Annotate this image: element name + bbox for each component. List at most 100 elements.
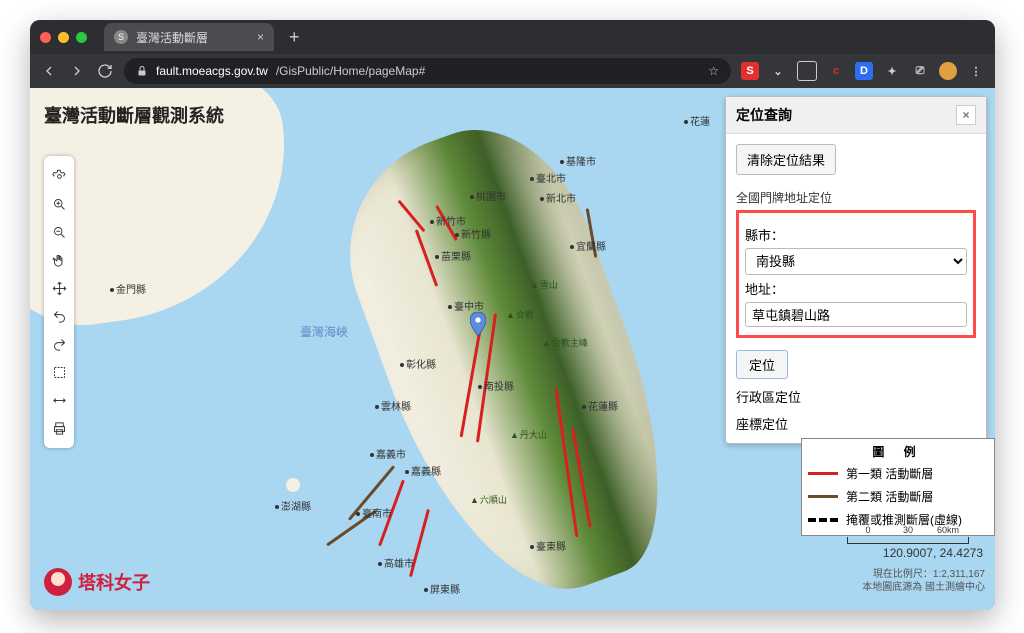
mountain-label: 合歡 — [506, 308, 534, 321]
legend-row1: 第一類 活動斷層 — [846, 465, 933, 482]
city-hualien: 花蓮縣 — [582, 398, 618, 413]
city-miaoli: 苗栗縣 — [435, 248, 471, 263]
address-label: 地址： — [745, 279, 967, 298]
tool-zoom-in[interactable] — [44, 190, 74, 218]
city-tainan: 臺南市 — [356, 505, 392, 520]
city-taitung: 臺東縣 — [530, 538, 566, 553]
city-keelung: 基隆市 — [560, 153, 596, 168]
ext-rect-icon[interactable] — [797, 61, 817, 81]
city-penghu: 澎湖縣 — [275, 498, 311, 513]
url-bar: fault.moeacgs.gov.tw/GisPublic/Home/page… — [30, 54, 995, 88]
mountain-label: 六順山 — [470, 493, 507, 506]
city-nantou: 南投縣 — [478, 378, 514, 393]
ext-c-icon[interactable]: c — [827, 62, 845, 80]
mountain-label: 雪山 — [530, 278, 558, 291]
mountain-label: 合歡主峰 — [542, 336, 588, 349]
minimize-window[interactable] — [58, 32, 69, 43]
city-chiayico: 嘉義縣 — [405, 463, 441, 478]
city-kaohsiung: 高雄市 — [378, 555, 414, 570]
island-penghu — [286, 478, 300, 492]
locate-button[interactable]: 定位 — [736, 350, 788, 379]
extensions: S ⌄ c D ✦ ⎚ ⋮ — [741, 61, 985, 81]
city-taichung: 臺中市 — [448, 298, 484, 313]
panel-close-icon[interactable]: × — [956, 105, 976, 125]
watermark-text: 塔科女子 — [78, 569, 150, 595]
tab-close-icon[interactable]: × — [257, 30, 264, 44]
attribution: 現在比例尺：1:2,311,167 本地圖底源為 國土測繪中心 — [862, 568, 985, 594]
menu-icon[interactable]: ⋮ — [967, 62, 985, 80]
favicon-icon: S — [114, 30, 128, 44]
titlebar: S 臺灣活動斷層 × + — [30, 20, 995, 54]
strait-label: 臺灣海峽 — [300, 323, 348, 340]
scale-2: 60km — [928, 525, 968, 531]
ext-d-icon[interactable]: D — [855, 62, 873, 80]
city-taoyuan: 桃園市 — [470, 188, 506, 203]
locate-panel: 定位查詢 × 清除定位結果 全國門牌地址定位 縣市： 南投縣 地址： 定位 行政… — [725, 96, 987, 444]
scale-1: 30 — [888, 525, 928, 531]
panel-title: 定位查詢 — [736, 105, 792, 125]
city-newtaipei: 新北市 — [540, 190, 576, 205]
window-controls — [40, 32, 87, 43]
attrib-scale: 現在比例尺：1:2,311,167 — [862, 568, 985, 581]
watermark: 塔科女子 — [44, 568, 150, 596]
maximize-window[interactable] — [76, 32, 87, 43]
map-marker-icon — [470, 312, 486, 336]
scale-0: 0 — [848, 525, 888, 531]
extensions-icon[interactable]: ✦ — [883, 62, 901, 80]
ext-s-icon[interactable]: S — [741, 62, 759, 80]
profile-avatar[interactable] — [939, 62, 957, 80]
cast-icon[interactable]: ⎚ — [911, 62, 929, 80]
link-coord[interactable]: 座標定位 — [736, 414, 976, 433]
tab-title: 臺灣活動斷層 — [136, 29, 208, 46]
page-title: 臺灣活動斷層觀測系統 — [44, 102, 224, 128]
county-label: 縣市： — [745, 225, 967, 244]
ext-pocket-icon[interactable]: ⌄ — [769, 62, 787, 80]
browser-window: S 臺灣活動斷層 × + fault.moeacgs.gov.tw/GisPub… — [30, 20, 995, 610]
lock-icon — [136, 65, 148, 77]
city-hualien-top: 花蓮 — [684, 113, 710, 128]
star-icon[interactable]: ☆ — [708, 64, 719, 78]
mountain-label: 丹大山 — [510, 428, 547, 441]
attrib-source: 本地圖底源為 國土測繪中心 — [862, 581, 985, 594]
reload-button[interactable] — [96, 63, 114, 79]
city-kinmen: 金門縣 — [110, 281, 146, 296]
tool-zoom-out[interactable] — [44, 218, 74, 246]
legend-line-dashed — [808, 518, 838, 522]
close-window[interactable] — [40, 32, 51, 43]
legend-line-brown — [808, 495, 838, 498]
coords-readout: 120.9007, 24.4273 — [883, 546, 983, 560]
url-path: /GisPublic/Home/pageMap# — [276, 64, 425, 78]
tool-measure[interactable] — [44, 386, 74, 414]
tool-undo[interactable] — [44, 302, 74, 330]
address-input[interactable] — [745, 302, 967, 327]
legend-title: 圖 例 — [808, 443, 988, 462]
tool-extent[interactable] — [44, 358, 74, 386]
legend-line-red — [808, 472, 838, 475]
panel-header: 定位查詢 × — [726, 97, 986, 134]
url-host: fault.moeacgs.gov.tw — [156, 64, 268, 78]
browser-tab[interactable]: S 臺灣活動斷層 × — [104, 23, 274, 51]
address-field[interactable]: fault.moeacgs.gov.tw/GisPublic/Home/page… — [124, 58, 731, 84]
legend: 圖 例 第一類 活動斷層 第二類 活動斷層 掩覆或推測斷層(虛線) — [801, 438, 995, 536]
city-yilan: 宜蘭縣 — [570, 238, 606, 253]
tool-redo[interactable] — [44, 330, 74, 358]
city-taipei: 臺北市 — [530, 170, 566, 185]
city-hsinchuco: 新竹縣 — [455, 226, 491, 241]
map-viewport[interactable]: 臺灣海峽 金門縣 澎湖縣 基隆市 臺北市 新北市 桃園市 新竹市 新竹縣 苗栗縣… — [30, 88, 995, 610]
map-toolbar — [44, 156, 74, 448]
county-select[interactable]: 南投縣 — [745, 248, 967, 275]
tool-move[interactable] — [44, 274, 74, 302]
city-pingtung: 屏東縣 — [424, 581, 460, 596]
tool-print[interactable] — [44, 414, 74, 442]
island-kinmen — [120, 258, 142, 274]
clear-results-button[interactable]: 清除定位結果 — [736, 144, 836, 175]
highlight-box: 縣市： 南投縣 地址： — [736, 210, 976, 338]
tool-settings[interactable] — [44, 162, 74, 190]
link-district[interactable]: 行政區定位 — [736, 387, 976, 406]
back-button[interactable] — [40, 63, 58, 79]
forward-button[interactable] — [68, 63, 86, 79]
tool-pan[interactable] — [44, 246, 74, 274]
new-tab-button[interactable]: + — [289, 27, 300, 48]
scalebar: 0 30 60km — [847, 537, 969, 544]
watermark-icon — [44, 568, 72, 596]
